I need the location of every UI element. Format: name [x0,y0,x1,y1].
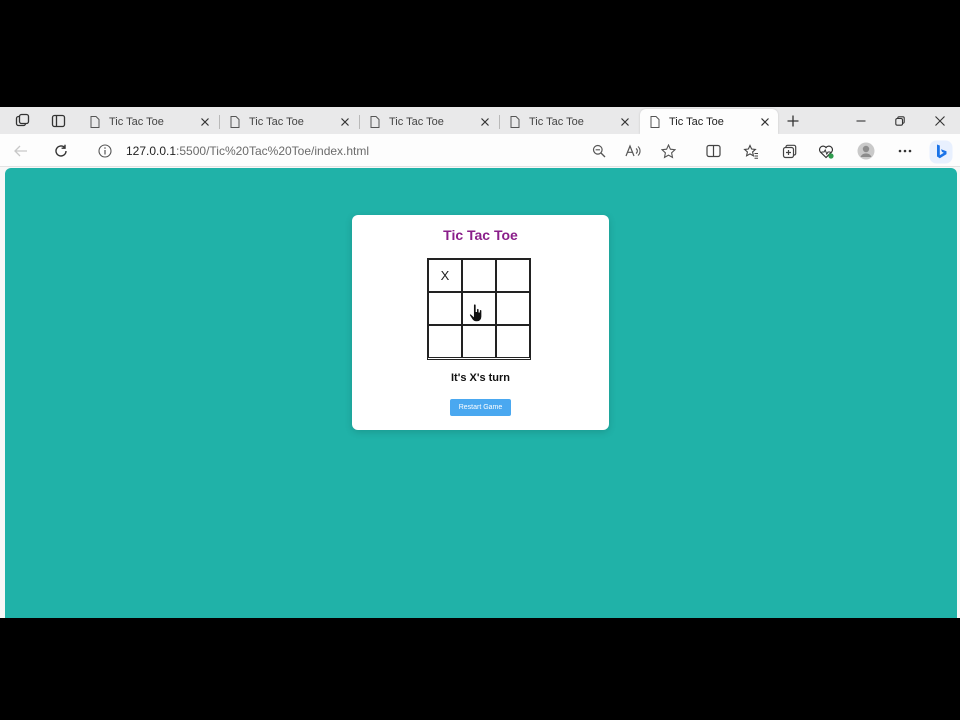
tab-title: Tic Tac Toe [389,115,444,128]
restart-button[interactable]: Restart Game [450,399,511,416]
close-tab-icon[interactable] [758,115,772,129]
browser-tab-active[interactable]: Tic Tac Toe [640,109,778,134]
bing-icon[interactable] [928,139,954,165]
url-path: :5500/Tic%20Tac%20Toe/index.html [176,144,370,158]
hand-pointer-icon [469,303,483,323]
browser-tab[interactable]: Tic Tac Toe [499,109,638,134]
zoom-icon[interactable] [588,140,610,162]
close-icon[interactable] [927,111,953,130]
browser-tab[interactable]: Tic Tac Toe [80,109,218,134]
tab-strip: Tic Tac Toe Tic Tac Toe Tic Tac Toe Tic … [0,107,960,134]
tab-divider [219,115,220,129]
board-cell[interactable] [496,259,530,292]
board-cell[interactable] [428,292,462,325]
tab-title: Tic Tac Toe [669,115,724,128]
split-screen-icon[interactable] [702,140,724,162]
document-icon [370,115,380,128]
back-arrow-icon[interactable] [10,140,32,162]
document-icon [650,115,660,128]
restore-icon[interactable] [887,111,913,130]
tab-divider [359,115,360,129]
tab-actions-icon[interactable] [47,111,69,130]
close-tab-icon[interactable] [198,115,212,129]
tab-title: Tic Tac Toe [249,115,304,128]
favorites-icon[interactable] [740,140,762,162]
tab-divider [499,115,500,129]
url-text[interactable]: 127.0.0.1:5500/Tic%20Tac%20Toe/index.htm… [126,144,369,158]
tab-title: Tic Tac Toe [529,115,584,128]
board-cell[interactable] [496,292,530,325]
profile-icon[interactable] [855,140,877,162]
address-bar[interactable]: 127.0.0.1:5500/Tic%20Tac%20Toe/index.htm… [94,138,614,164]
board-cell[interactable] [462,325,496,358]
board-cell[interactable] [462,259,496,292]
tab-title: Tic Tac Toe [109,115,164,128]
browser-window: Tic Tac Toe Tic Tac Toe Tic Tac Toe Tic … [0,107,960,618]
document-icon [90,115,100,128]
document-icon [510,115,520,128]
game-title: Tic Tac Toe [443,227,518,243]
heart-pulse-icon[interactable] [815,140,837,162]
close-tab-icon[interactable] [618,115,632,129]
turn-status: It's X's turn [450,372,511,384]
collections-icon[interactable] [778,140,800,162]
browser-tab[interactable]: Tic Tac Toe [219,109,358,134]
plus-icon[interactable] [782,111,804,130]
star-icon[interactable] [657,140,679,162]
board-cell[interactable] [496,325,530,358]
screen: Tic Tac Toe Tic Tac Toe Tic Tac Toe Tic … [0,0,960,720]
url-host: 127.0.0.1 [126,144,177,158]
refresh-icon[interactable] [50,140,72,162]
board-cell[interactable] [428,325,462,358]
workspaces-icon[interactable] [11,111,33,130]
page-viewport: Tic Tac Toe X It's X's turn Restart Game [5,168,957,618]
minimize-icon[interactable] [848,111,874,130]
read-aloud-icon[interactable] [622,140,644,162]
close-tab-icon[interactable] [478,115,492,129]
info-icon[interactable] [98,144,112,158]
document-icon [230,115,240,128]
close-tab-icon[interactable] [338,115,352,129]
browser-tab[interactable]: Tic Tac Toe [359,109,498,134]
more-icon[interactable] [894,140,916,162]
toolbar: 127.0.0.1:5500/Tic%20Tac%20Toe/index.htm… [0,134,960,167]
board-cell[interactable]: X [428,259,462,292]
